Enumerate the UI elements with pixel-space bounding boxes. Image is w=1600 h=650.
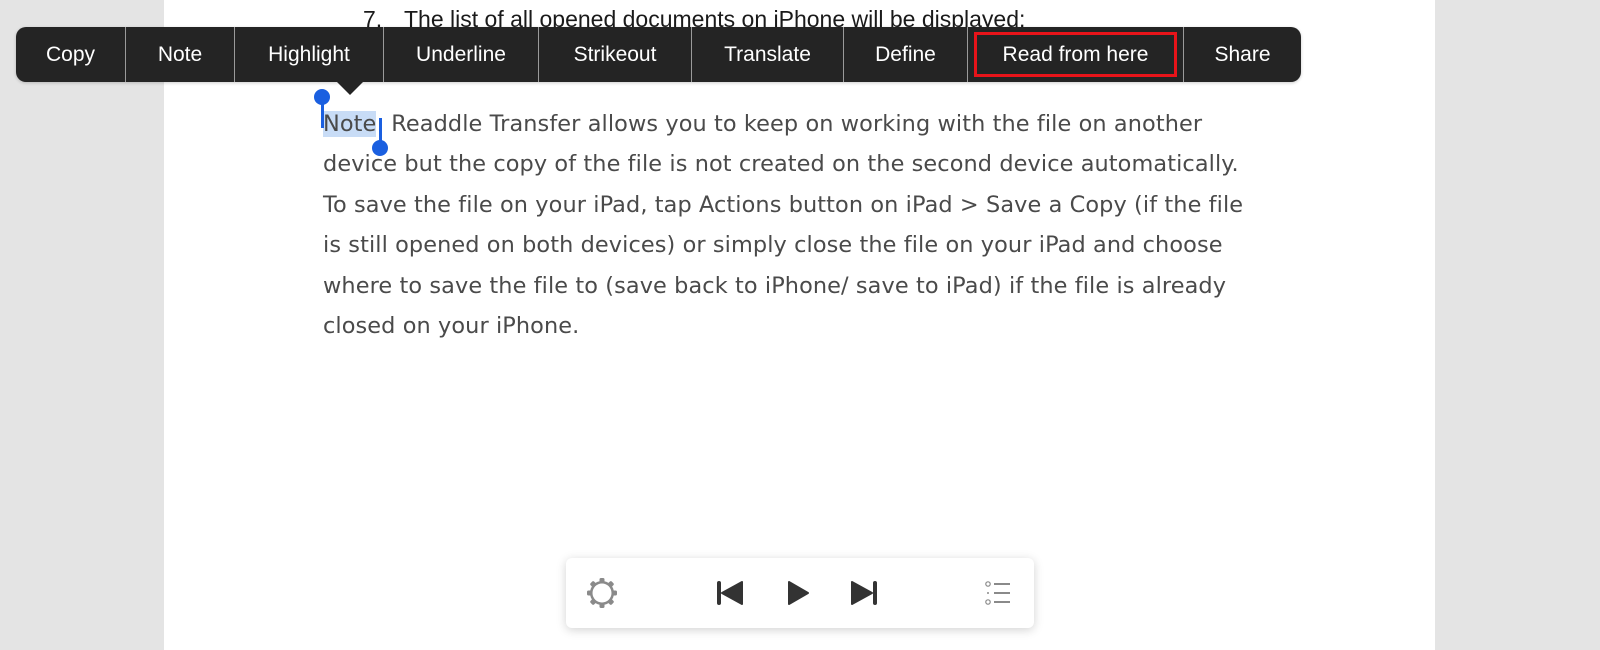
note-paragraph[interactable]: Note: Readdle Transfer allows you to kee… (323, 104, 1283, 346)
list-icon (985, 581, 1010, 605)
menu-item-note[interactable]: Note (126, 27, 235, 82)
chapters-list-button[interactable] (980, 575, 1016, 611)
menu-item-copy[interactable]: Copy (16, 27, 126, 82)
paragraph-line: device but the copy of the file is not c… (323, 151, 1239, 178)
menu-item-strikeout[interactable]: Strikeout (539, 27, 692, 82)
paragraph-line: Note: Readdle Transfer allows you to kee… (323, 104, 1283, 144)
read-aloud-player (566, 558, 1034, 628)
gear-icon (587, 578, 617, 608)
skip-previous-button[interactable] (712, 575, 748, 611)
menu-item-underline[interactable]: Underline (384, 27, 539, 82)
paragraph-line: is still opened on both devices) or simp… (323, 232, 1223, 259)
play-icon (788, 581, 809, 605)
menu-item-translate[interactable]: Translate (692, 27, 844, 82)
play-button[interactable] (780, 575, 816, 611)
menu-item-read-from-here[interactable]: Read from here (968, 27, 1184, 82)
selected-text[interactable]: Note (323, 111, 377, 137)
skip-next-button[interactable] (846, 575, 882, 611)
selection-start-bar (321, 100, 324, 128)
text-context-menu: Copy Note Highlight Underline Strikeout … (16, 27, 1301, 82)
settings-button[interactable] (584, 575, 620, 611)
skip-previous-icon (717, 581, 743, 605)
selection-end-handle[interactable] (372, 140, 388, 156)
paragraph-line: To save the file on your iPad, tap Actio… (323, 191, 1244, 218)
menu-item-define[interactable]: Define (844, 27, 968, 82)
paragraph-line: where to save the file to (save back to … (323, 272, 1227, 299)
menu-item-share[interactable]: Share (1184, 27, 1301, 82)
paragraph-line: closed on your iPhone. (323, 313, 580, 340)
skip-next-icon (851, 581, 877, 605)
line-text: : Readdle Transfer allows you to keep on… (376, 111, 1203, 137)
menu-pointer (336, 81, 364, 95)
menu-item-highlight[interactable]: Highlight (235, 27, 384, 82)
